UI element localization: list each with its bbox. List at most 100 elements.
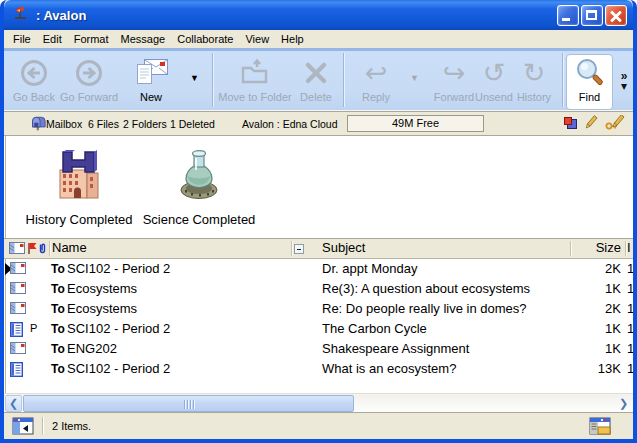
- menu-file[interactable]: File: [7, 32, 37, 46]
- message-row[interactable]: P To SCI102 - Period 2 The Carbon Cycle …: [4, 319, 633, 339]
- edit-pencil-icon[interactable]: [585, 115, 598, 132]
- unsend-icon: ↺: [483, 54, 506, 91]
- row-name: ENG202: [67, 341, 117, 356]
- row-size: 1K: [574, 321, 621, 336]
- menu-edit[interactable]: Edit: [37, 32, 68, 46]
- row-name: SCI102 - Period 2: [67, 361, 170, 376]
- move-to-folder-button[interactable]: Move to Folder: [216, 54, 294, 103]
- row-size: 2K: [574, 301, 621, 316]
- row-type-icon: [10, 282, 26, 298]
- close-icon: [606, 6, 626, 25]
- history-completed-item[interactable]: History Completed: [20, 148, 138, 227]
- row-to-label: To: [51, 322, 65, 336]
- row-extra: 1: [627, 341, 634, 356]
- column-subject[interactable]: Subject: [322, 240, 365, 255]
- history-building-icon: [53, 148, 105, 206]
- reply-button[interactable]: ↩ Reply: [352, 54, 400, 103]
- window-title: : Avalon: [36, 8, 555, 23]
- row-extra: 1: [627, 261, 634, 276]
- row-to-label: To: [51, 362, 65, 376]
- app-window: : Avalon File Edit Format Message Collab…: [0, 0, 637, 443]
- column-last[interactable]: I: [627, 240, 631, 255]
- title-bar[interactable]: : Avalon: [4, 0, 633, 30]
- new-button[interactable]: New: [122, 54, 180, 103]
- row-name: SCI102 - Period 2: [67, 261, 170, 276]
- row-size: 1K: [574, 341, 621, 356]
- items-count: 2 Items.: [52, 420, 91, 432]
- header-mail-icon[interactable]: [9, 242, 25, 258]
- message-list: To SCI102 - Period 2 Dr. appt Monday 2K …: [4, 259, 633, 393]
- row-size: 1K: [574, 281, 621, 296]
- menu-help[interactable]: Help: [275, 32, 310, 46]
- history-icon: ↻: [523, 54, 546, 91]
- row-size: 2K: [574, 261, 621, 276]
- column-name[interactable]: Name: [52, 240, 87, 255]
- delete-button[interactable]: Delete: [292, 54, 340, 103]
- toolbar-separator: [343, 53, 345, 107]
- app-icon: [13, 5, 30, 25]
- message-row[interactable]: To Ecosystems Re(3): A question about ec…: [4, 279, 633, 299]
- split-pane-icon[interactable]: [589, 417, 611, 437]
- row-subject: What is an ecosystem?: [322, 361, 456, 376]
- minimize-icon: [562, 18, 570, 21]
- scroll-right-button[interactable]: ❯: [615, 395, 632, 412]
- header-attachment-icon[interactable]: [38, 242, 47, 258]
- row-name: Ecosystems: [67, 281, 137, 296]
- new-message-icon: [132, 54, 170, 91]
- go-forward-icon: [73, 54, 105, 91]
- header-flag-icon[interactable]: [27, 242, 37, 258]
- science-completed-item[interactable]: Science Completed: [139, 148, 259, 227]
- info-bar: Mailbox 6 Files 2 Folders 1 Deleted Aval…: [4, 111, 633, 136]
- scroll-left-button[interactable]: ❮: [5, 395, 22, 412]
- row-name: SCI102 - Period 2: [67, 321, 170, 336]
- go-back-icon: [18, 54, 50, 91]
- collapse-left-pane-icon[interactable]: [12, 417, 34, 437]
- files-count: 6 Files: [88, 118, 119, 130]
- deleted-count: 1 Deleted: [170, 118, 215, 130]
- column-separator[interactable]: [570, 241, 572, 256]
- row-subject: Re: Do people really live in domes?: [322, 301, 527, 316]
- row-to-label: To: [51, 302, 65, 316]
- column-size[interactable]: Size: [582, 240, 621, 255]
- row-extra: 1: [627, 321, 634, 336]
- menu-collaborate[interactable]: Collaborate: [171, 32, 239, 46]
- delete-icon: [301, 54, 331, 91]
- go-forward-button[interactable]: Go Forward: [60, 54, 118, 103]
- column-separator[interactable]: [291, 241, 293, 256]
- go-back-button[interactable]: Go Back: [8, 54, 60, 103]
- toolbar-overflow-chevron[interactable]: »▾: [615, 71, 633, 91]
- message-row[interactable]: To Ecosystems Re: Do people really live …: [4, 299, 633, 319]
- message-row[interactable]: To SCI102 - Period 2 Dr. appt Monday 2K …: [4, 259, 633, 279]
- list-header: Name Subject Size I: [4, 238, 633, 259]
- permissions-pencil-icon[interactable]: [605, 115, 625, 132]
- row-extra: 1: [627, 361, 634, 376]
- row-subject: Shakespeare Assignment: [322, 341, 469, 356]
- menu-format[interactable]: Format: [68, 32, 115, 46]
- row-size: 13K: [574, 361, 621, 376]
- history-button[interactable]: ↻ History: [510, 54, 558, 103]
- maximize-button[interactable]: [581, 5, 603, 26]
- menu-message[interactable]: Message: [115, 32, 172, 46]
- horizontal-scrollbar[interactable]: ❮ ❯: [4, 393, 633, 412]
- menu-view[interactable]: View: [239, 32, 275, 46]
- reply-icon: ↩: [365, 54, 388, 91]
- find-icon: [574, 54, 606, 91]
- close-button[interactable]: [605, 5, 627, 26]
- row-to-label: To: [51, 282, 65, 296]
- row-to-label: To: [51, 262, 65, 276]
- row-type-icon: [10, 322, 23, 340]
- scrollbar-thumb[interactable]: [23, 395, 354, 412]
- collapse-subject-icon[interactable]: [294, 244, 304, 254]
- reply-dropdown-arrow[interactable]: ▼: [410, 73, 419, 83]
- minimize-button[interactable]: [557, 5, 579, 26]
- account-label: Avalon : Edna Cloud: [242, 118, 338, 130]
- folder-icon-pane: History Completed Science Completed: [4, 136, 633, 238]
- column-separator[interactable]: [49, 241, 51, 256]
- desktop-icon-label: Science Completed: [143, 212, 256, 227]
- layout-icon[interactable]: [563, 116, 578, 132]
- message-row[interactable]: To ENG202 Shakespeare Assignment 1K 1: [4, 339, 633, 359]
- find-button[interactable]: Find: [566, 54, 613, 103]
- forward-icon: ↪: [443, 54, 466, 91]
- message-row[interactable]: To SCI102 - Period 2 What is an ecosyste…: [4, 359, 633, 379]
- new-dropdown-arrow[interactable]: ▼: [190, 73, 199, 83]
